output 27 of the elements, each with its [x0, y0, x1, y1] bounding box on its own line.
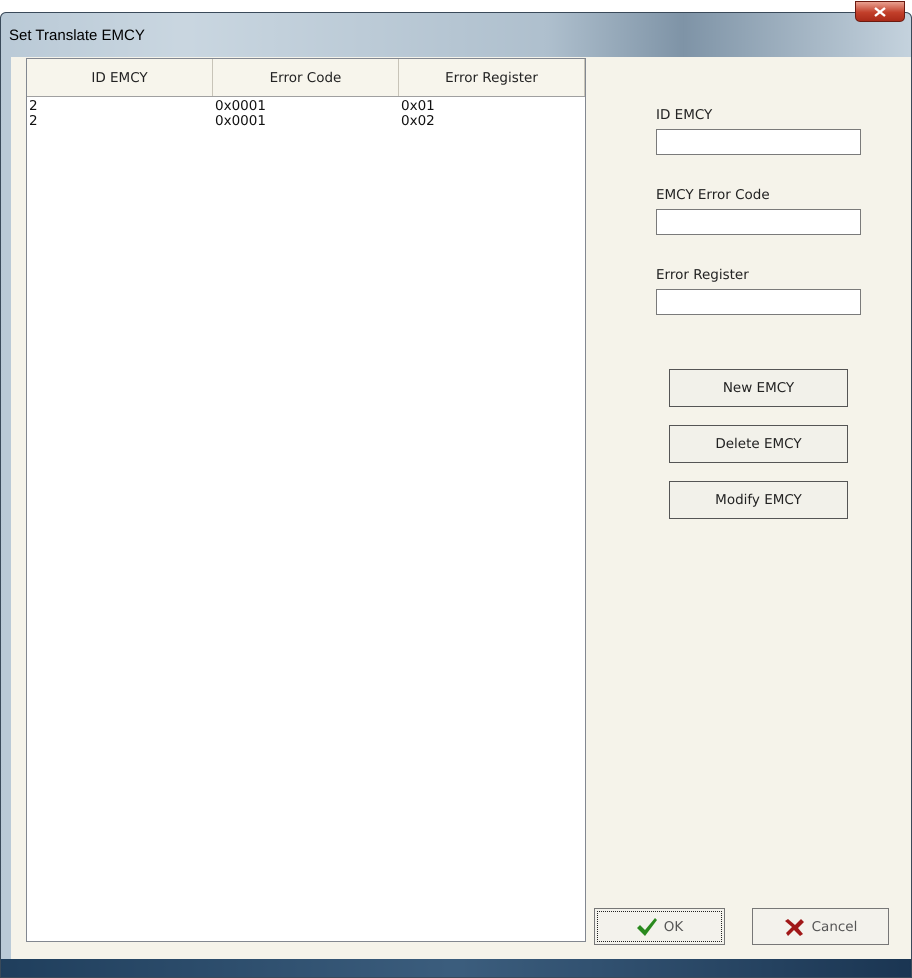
close-button[interactable] [855, 1, 905, 22]
cross-icon [784, 916, 806, 936]
input-field[interactable] [656, 289, 861, 315]
field-label: Error Register [656, 267, 750, 283]
column-header[interactable]: ID EMCY [27, 59, 213, 96]
button-label: Cancel [812, 918, 858, 934]
table-cell-text: 2 [28, 114, 39, 129]
table-cell-text: 0x0001 [214, 114, 267, 129]
cancel-button[interactable]: Cancel [752, 908, 889, 945]
close-icon [874, 6, 886, 16]
ok-button[interactable]: OK [594, 908, 725, 945]
button-label: OK [664, 918, 684, 934]
window-title: Set Translate EMCY [9, 26, 145, 44]
input-field[interactable] [656, 129, 861, 155]
field-label: EMCY Error Code [656, 187, 771, 203]
column-header[interactable]: Error Register [399, 59, 585, 96]
table-cell-text: 0x02 [400, 114, 436, 129]
action-button[interactable]: Modify EMCY [669, 481, 848, 519]
field-label: ID EMCY [656, 107, 714, 123]
action-button[interactable]: New EMCY [669, 369, 848, 407]
table-cell-text: 0x01 [400, 99, 436, 114]
column-header[interactable]: Error Code [213, 59, 399, 96]
input-field[interactable] [656, 209, 861, 235]
table-cell-text: 2 [28, 99, 39, 114]
table-cell-text: 0x0001 [214, 99, 267, 114]
action-button[interactable]: Delete EMCY [669, 425, 848, 463]
check-icon [636, 916, 658, 936]
